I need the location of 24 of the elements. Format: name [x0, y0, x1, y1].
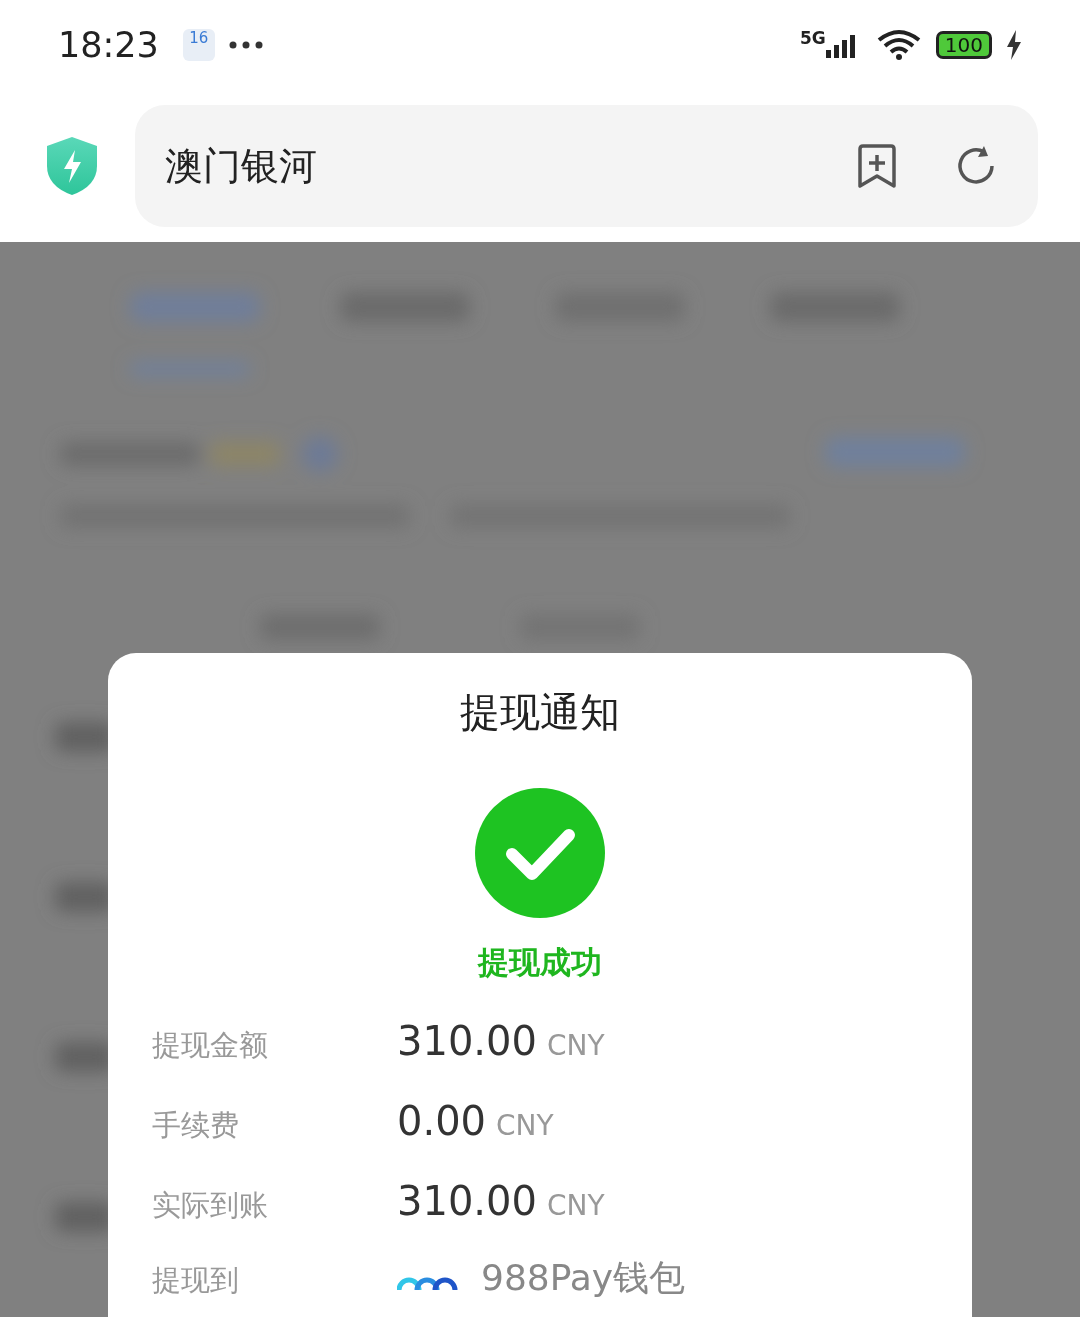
- detail-label: 手续费: [152, 1107, 240, 1144]
- currency-code: CNY: [496, 1109, 554, 1142]
- calendar-notification-icon: 16: [182, 29, 215, 61]
- currency-code: CNY: [546, 1189, 605, 1222]
- network-type: 5G: [800, 28, 826, 48]
- amount-value: 0.00: [397, 1098, 487, 1144]
- success-status: 提现成功: [478, 943, 602, 982]
- detail-label: 实际到账: [152, 1187, 269, 1224]
- page-title: 澳门银河: [165, 142, 317, 190]
- dialog-title: 提现通知: [460, 688, 620, 737]
- battery-indicator: 100: [935, 31, 992, 59]
- add-bookmark-icon[interactable]: [856, 143, 898, 189]
- success-check-icon: [475, 788, 605, 918]
- detail-label: 提现到: [152, 1262, 240, 1299]
- amount-value: 310.00: [397, 1178, 537, 1224]
- wallet-name: 988Pay钱包: [481, 1258, 686, 1298]
- wifi-icon: [875, 29, 922, 61]
- shield-bolt-icon: [45, 136, 99, 196]
- status-time: 18:23: [58, 25, 159, 65]
- more-dots-icon: [228, 41, 263, 49]
- currency-code: CNY: [546, 1029, 605, 1062]
- address-bar[interactable]: 澳门银河: [135, 105, 1038, 227]
- amount-value: 310.00: [397, 1018, 537, 1064]
- detail-label: 提现金额: [152, 1027, 269, 1064]
